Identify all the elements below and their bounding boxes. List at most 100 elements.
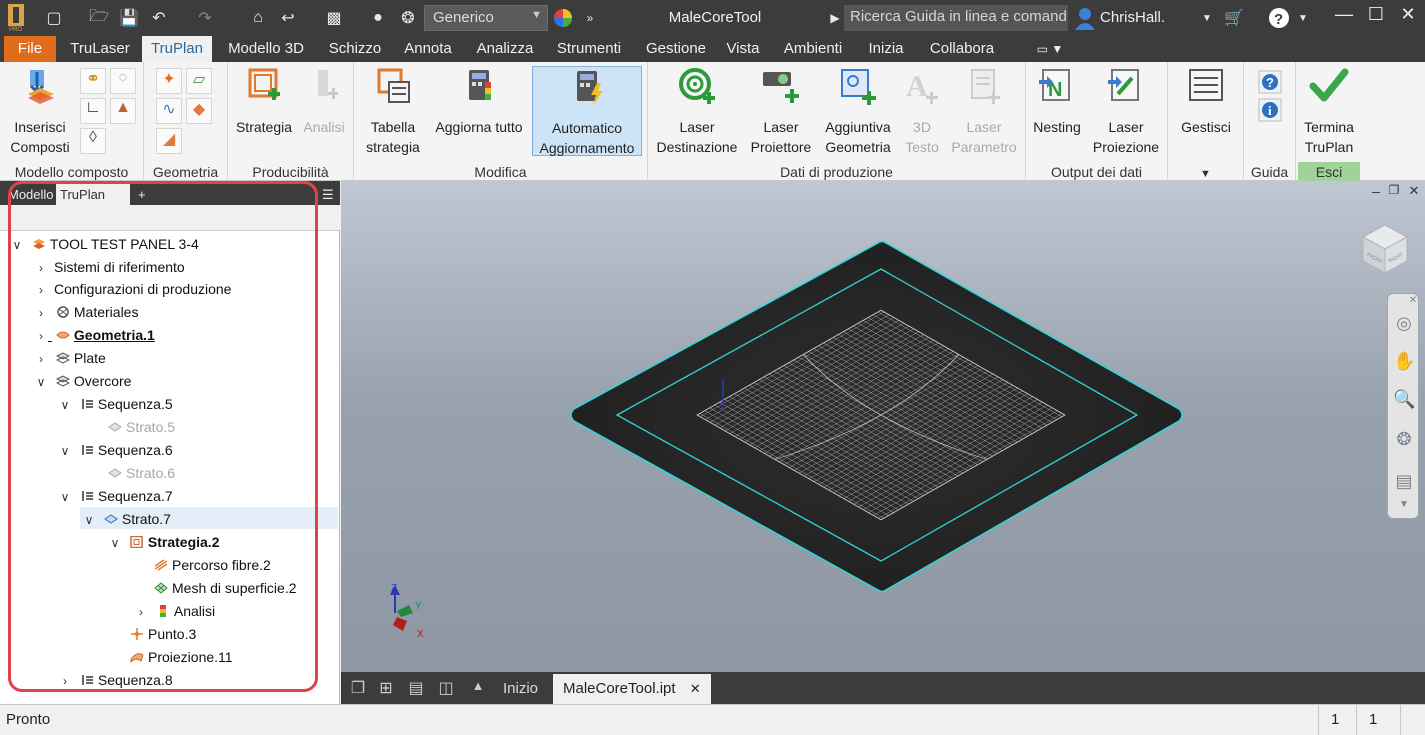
add-tab-icon[interactable]: + — [134, 184, 150, 205]
tabella-strategia-button[interactable]: Tabella strategia — [362, 66, 424, 157]
look-at-icon[interactable]: ▤ — [1393, 470, 1415, 492]
tree-item-strato-7[interactable]: ∨ Strato.7 — [82, 508, 171, 530]
cascade-windows-icon[interactable]: ❐ — [347, 678, 369, 698]
tile-windows-icon[interactable]: ⊞ — [375, 678, 397, 698]
return-icon[interactable]: ↩ — [276, 6, 300, 30]
aggiuntiva-geometria-button[interactable]: Aggiuntiva Geometria — [818, 66, 898, 157]
update-icon[interactable]: ▩ — [322, 6, 346, 30]
save-icon[interactable]: 💾 — [118, 6, 140, 30]
undo-icon[interactable]: ↶ — [146, 6, 172, 30]
help-question-icon[interactable]: ? — [1258, 70, 1282, 94]
layer-stack-icon[interactable]: ▲ — [110, 98, 136, 124]
tree-item-plate[interactable]: › Plate — [34, 347, 106, 369]
tree-item-materiales[interactable]: › Materiales — [34, 301, 138, 323]
measure-icon[interactable]: ● — [366, 6, 390, 30]
curve-icon[interactable]: ∿ — [156, 98, 182, 124]
chevron-right-icon[interactable]: › — [34, 257, 48, 279]
cart-icon[interactable]: 🛒 — [1222, 6, 1246, 30]
navbar-dropdown-icon[interactable]: ▼ — [1393, 498, 1415, 512]
chevron-down-icon[interactable]: ▼ — [1200, 6, 1214, 30]
tree-item-punto-3[interactable]: Punto.3 — [126, 623, 196, 645]
point-icon[interactable]: ✦ — [156, 68, 182, 94]
arrange-up-icon[interactable]: ▲ — [467, 678, 489, 698]
tree-item-proiezione-11[interactable]: Proiezione.11 — [126, 646, 233, 668]
orbit-icon[interactable]: ❂ — [1393, 428, 1415, 450]
zoom-icon[interactable]: 🔍 — [1393, 388, 1415, 410]
chevron-right-icon[interactable]: › — [34, 348, 48, 370]
help-icon[interactable]: ? — [1268, 7, 1290, 29]
user-icon[interactable] — [1074, 6, 1096, 30]
chevron-right-icon[interactable]: › — [34, 279, 48, 301]
tree-item-sequenza-5[interactable]: ∨ Sequenza.5 — [58, 393, 173, 415]
tab-gestione[interactable]: Gestione — [636, 36, 716, 62]
maximize-icon[interactable]: ☐ — [1362, 4, 1390, 30]
tab-collabora[interactable]: Collabora — [922, 36, 1002, 62]
help-search-input[interactable]: Ricerca Guida in linea e comand — [844, 5, 1068, 31]
tab-annota[interactable]: Annota — [396, 36, 460, 62]
tree-item-geometria[interactable]: › Geometria.1 — [34, 324, 155, 346]
steering-wheel-icon[interactable]: ◎ — [1393, 312, 1415, 334]
info-icon[interactable]: i — [1258, 98, 1282, 122]
tab-modello[interactable]: Modello — [4, 184, 54, 205]
tree-item-sequenza-6[interactable]: ∨ Sequenza.6 — [58, 439, 173, 461]
chevron-down-icon[interactable]: ∨ — [34, 371, 48, 393]
inserisci-composti-button[interactable]: Inserisci Composti — [4, 66, 76, 157]
chevron-down-icon[interactable]: ∨ — [58, 486, 72, 508]
tab-analizza[interactable]: Analizza — [468, 36, 542, 62]
laser-proiezione-button[interactable]: Laser Proiezione — [1088, 66, 1164, 157]
tree-item-sequenza-8[interactable]: › Sequenza.8 — [58, 669, 173, 691]
tab-truplan-browser[interactable]: TruPlan ✕ — [56, 184, 130, 223]
viewcube[interactable]: FRONT RIGHT — [1357, 221, 1413, 277]
chevron-right-icon[interactable]: › — [34, 302, 48, 324]
nesting-button[interactable]: N Nesting — [1028, 66, 1086, 137]
projection-icon[interactable]: ◆ — [186, 98, 212, 124]
tree-item-strato-6[interactable]: Strato.6 — [104, 462, 175, 484]
graphics-viewport[interactable]: Z Y X – ❐ ✕ FRONT RIGHT ✕ ◎ ✋ 🔍 ❂ ▤ ▼ — [341, 181, 1425, 672]
doc-tab-inizio[interactable]: Inizio — [493, 674, 548, 704]
chevron-right-icon[interactable]: ▶ — [828, 6, 842, 30]
close-doc-icon[interactable]: ✕ — [690, 681, 701, 696]
hamburger-menu-icon[interactable]: ☰ — [318, 184, 336, 205]
aggiorna-tutto-button[interactable]: Aggiorna tutto — [428, 66, 530, 137]
tree-item-mesh-superficie[interactable]: Mesh di superficie.2 — [150, 577, 297, 599]
chevron-right-icon[interactable]: › — [58, 670, 72, 692]
gestisci-dropdown-icon[interactable]: ▼ — [1168, 168, 1243, 180]
ribbon-options-icon[interactable]: ▭ ▼ — [1030, 36, 1070, 62]
tree-item-root[interactable]: ∨ TOOL TEST PANEL 3-4 — [10, 233, 199, 255]
tab-truplan[interactable]: TruPlan — [142, 36, 212, 62]
laser-destinazione-button[interactable]: Laser Destinazione — [652, 66, 742, 157]
chevron-down-icon[interactable]: ∨ — [10, 234, 24, 256]
laser-parametro-button[interactable]: Laser Parametro — [946, 66, 1022, 157]
inventor-logo-icon[interactable]: PRO — [6, 4, 26, 32]
tab-inizia[interactable]: Inizia — [858, 36, 914, 62]
cube-disabled-icon[interactable]: ○ — [110, 68, 136, 94]
new-file-icon[interactable]: ▢ — [40, 6, 68, 30]
tab-schizzo[interactable]: Schizzo — [322, 36, 388, 62]
more-icon[interactable]: » — [582, 6, 598, 30]
tree-item-overcore[interactable]: ∨ Overcore — [34, 370, 132, 393]
color-wheel-icon[interactable] — [553, 8, 573, 28]
strategia-button[interactable]: Strategia — [232, 66, 296, 137]
viewport-restore-icon[interactable]: ❐ — [1383, 183, 1405, 203]
testo-3d-button[interactable]: A 3D Testo — [900, 66, 944, 157]
material-icon[interactable]: ❂ — [396, 6, 420, 30]
tab-vista[interactable]: Vista — [720, 36, 766, 62]
tab-file[interactable]: File — [4, 36, 56, 62]
axes-icon[interactable]: ∟ — [80, 98, 106, 124]
tile-vertical-icon[interactable]: ◫ — [435, 678, 457, 698]
laser-proiettore-button[interactable]: Laser Proiettore — [744, 66, 818, 157]
analisi-button[interactable]: Analisi — [298, 66, 350, 137]
layers-icon[interactable]: ◊ — [80, 128, 106, 154]
chevron-down-icon[interactable]: ∨ — [58, 394, 72, 416]
home-icon[interactable]: ⌂ — [246, 6, 270, 30]
tree-item-configurazioni[interactable]: › Configurazioni di produzione — [34, 278, 231, 300]
tree-item-strategia-2[interactable]: ∨ Strategia.2 — [108, 531, 220, 554]
open-folder-icon[interactable]: 🗁 — [88, 6, 110, 30]
tree-item-sequenza-7[interactable]: ∨ Sequenza.7 — [58, 485, 173, 507]
tab-ambienti[interactable]: Ambienti — [776, 36, 850, 62]
help-dropdown-icon[interactable]: ▼ — [1296, 6, 1310, 30]
close-icon[interactable]: ✕ — [1394, 4, 1422, 30]
chevron-down-icon[interactable]: ∨ — [108, 532, 122, 554]
redo-icon[interactable]: ↷ — [193, 6, 217, 30]
chain-icon[interactable]: ⚭ — [80, 68, 106, 94]
